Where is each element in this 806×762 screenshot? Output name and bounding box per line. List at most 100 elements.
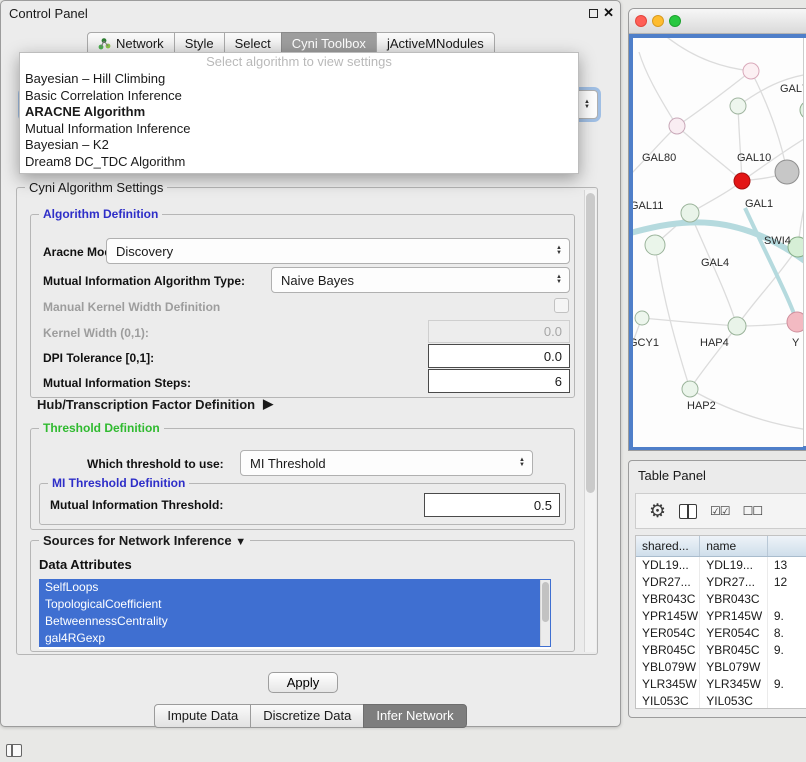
network-edge xyxy=(690,326,737,389)
network-edge xyxy=(639,52,677,126)
hub-definition-label: Hub/Transcription Factor Definition xyxy=(37,397,255,412)
algorithm-definition-group: Algorithm Definition Aracne Mode: Discov… xyxy=(30,214,575,398)
column-header[interactable]: shared... xyxy=(636,536,700,556)
columns-icon[interactable] xyxy=(679,504,697,519)
tab-impute-data[interactable]: Impute Data xyxy=(154,704,251,728)
window-titlebar[interactable] xyxy=(629,9,806,34)
network-node[interactable] xyxy=(787,312,803,332)
node-label: GAL10 xyxy=(737,152,771,164)
table-row[interactable]: YER054CYER054C8. xyxy=(636,625,806,642)
table-panel-window: Table Panel ⚙ ☑☑ ☐☐ shared...name YDL19.… xyxy=(628,460,806,718)
network-node[interactable] xyxy=(645,235,665,255)
table-cell: YLR345W xyxy=(700,676,768,693)
table-cell: YIL053C xyxy=(700,693,768,709)
column-header[interactable]: name xyxy=(700,536,768,556)
table-cell: YBR045C xyxy=(636,642,700,659)
which-threshold-label: Which threshold to use: xyxy=(87,457,224,471)
mi-steps-field[interactable]: 6 xyxy=(428,369,570,393)
deselect-all-checkboxes-icon[interactable]: ☐☐ xyxy=(743,505,763,517)
table-cell: 9. xyxy=(768,608,806,625)
node-label: GAL7 xyxy=(780,83,803,95)
table-cell: YDR27... xyxy=(700,574,768,591)
network-node[interactable] xyxy=(682,381,698,397)
mi-threshold-label: Mutual Information Threshold: xyxy=(50,498,223,512)
data-attribute-item[interactable]: BetweennessCentrality xyxy=(39,613,551,630)
table-row[interactable]: YIL053CYIL053C xyxy=(636,693,806,709)
data-attribute-item[interactable]: gal4RGexp xyxy=(39,630,551,647)
mi-threshold-field[interactable]: 0.5 xyxy=(424,493,560,517)
data-attributes-list[interactable]: SelfLoopsTopologicalCoefficientBetweenne… xyxy=(39,579,551,649)
table-cell xyxy=(768,693,806,709)
table-row[interactable]: YPR145WYPR145W9. xyxy=(636,608,806,625)
data-attribute-item[interactable]: TopologicalCoefficient xyxy=(39,596,551,613)
tab-discretize-data[interactable]: Discretize Data xyxy=(250,704,364,728)
table-cell: YBL079W xyxy=(636,659,700,676)
network-node[interactable] xyxy=(734,173,750,189)
algorithm-option[interactable]: Mutual Information Inference xyxy=(20,121,578,138)
scrollbar-thumb[interactable] xyxy=(586,193,595,493)
list-scrollbar[interactable] xyxy=(540,580,550,646)
network-node[interactable] xyxy=(730,98,746,114)
table-cell: YER054C xyxy=(700,625,768,642)
minimize-traffic-light[interactable] xyxy=(652,15,664,27)
algorithm-option[interactable]: Dream8 DC_TDC Algorithm xyxy=(20,154,578,171)
table-cell: YER054C xyxy=(636,625,700,642)
combo-arrows-icon: ▲▼ xyxy=(556,275,562,285)
network-edge xyxy=(642,318,737,326)
algorithm-option[interactable]: Bayesian – Hill Climbing xyxy=(20,71,578,88)
table-row[interactable]: YBL079WYBL079W xyxy=(636,659,806,676)
zoom-traffic-light[interactable] xyxy=(669,15,681,27)
apply-button[interactable]: Apply xyxy=(268,672,338,693)
tab-label: Cyni Toolbox xyxy=(292,36,366,51)
network-node[interactable] xyxy=(743,63,759,79)
field-value: 0.5 xyxy=(534,498,552,513)
float-window-icon[interactable] xyxy=(589,9,598,18)
scrollbar-thumb[interactable] xyxy=(542,582,549,622)
mi-steps-label: Mutual Information Steps: xyxy=(43,376,191,390)
attribute-table: shared...name YDL19...YDL19...13YDR27...… xyxy=(635,535,806,709)
network-canvas[interactable]: GAL7GAL80GAL10GAL11GAL1SWI4GAL4GCY1HAP4Y… xyxy=(633,38,803,447)
table-row[interactable]: YDR27...YDR27...12 xyxy=(636,574,806,591)
table-cell: 9. xyxy=(768,676,806,693)
network-node[interactable] xyxy=(669,118,685,134)
network-view-window: GAL7GAL80GAL10GAL11GAL1SWI4GAL4GCY1HAP4Y… xyxy=(628,8,806,451)
table-row[interactable]: YBR045CYBR045C9. xyxy=(636,642,806,659)
gear-icon[interactable]: ⚙ xyxy=(649,502,666,521)
table-row[interactable]: YDL19...YDL19...13 xyxy=(636,557,806,574)
data-attribute-item[interactable]: SelfLoops xyxy=(39,579,551,596)
algorithm-option[interactable]: ARACNE Algorithm xyxy=(20,104,578,121)
network-node[interactable] xyxy=(728,317,746,335)
table-cell: YPR145W xyxy=(700,608,768,625)
settings-scrollbar[interactable] xyxy=(584,190,596,652)
aracne-mode-select[interactable]: Discovery ▲▼ xyxy=(106,238,570,264)
combo-value: MI Threshold xyxy=(250,456,326,471)
tab-label: Select xyxy=(235,36,271,51)
close-icon[interactable]: ✕ xyxy=(603,5,614,21)
panel-toggle-icon[interactable] xyxy=(6,744,22,757)
dpi-tolerance-field[interactable]: 0.0 xyxy=(428,344,570,368)
group-title: MI Threshold Definition xyxy=(48,476,189,490)
select-all-checkboxes-icon[interactable]: ☑☑ xyxy=(710,505,730,517)
mi-type-select[interactable]: Naive Bayes ▲▼ xyxy=(271,267,570,293)
sources-toggle[interactable]: Sources for Network Inference ▼ xyxy=(39,533,250,548)
tab-infer-network[interactable]: Infer Network xyxy=(363,704,466,728)
table-row[interactable]: YLR345WYLR345W9. xyxy=(636,676,806,693)
column-header[interactable] xyxy=(768,536,806,556)
table-cell: YPR145W xyxy=(636,608,700,625)
network-node[interactable] xyxy=(635,311,649,325)
hub-definition-toggle[interactable]: Hub/Transcription Factor Definition ▶ xyxy=(37,396,273,412)
network-edge xyxy=(738,106,742,181)
network-edge xyxy=(690,213,737,326)
network-node[interactable] xyxy=(681,204,699,222)
combo-arrows-icon: ▲▼ xyxy=(556,246,562,256)
table-cell: YBR045C xyxy=(700,642,768,659)
tab-label: Network xyxy=(116,36,164,51)
table-panel-title: Table Panel xyxy=(638,468,706,483)
algorithm-option[interactable]: Bayesian – K2 xyxy=(20,137,578,154)
network-node[interactable] xyxy=(775,160,799,184)
table-row[interactable]: YBR043CYBR043C xyxy=(636,591,806,608)
combo-arrows-icon: ▲▼ xyxy=(584,100,590,110)
algorithm-option[interactable]: Basic Correlation Inference xyxy=(20,88,578,105)
which-threshold-select[interactable]: MI Threshold ▲▼ xyxy=(240,450,533,476)
close-traffic-light[interactable] xyxy=(635,15,647,27)
